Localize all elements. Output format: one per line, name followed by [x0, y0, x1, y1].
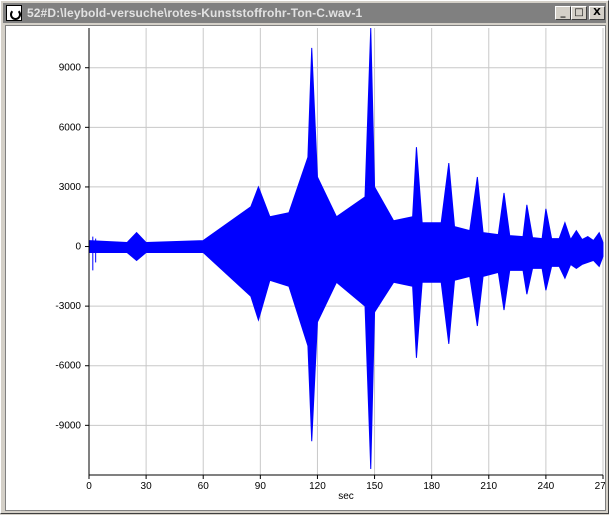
y-tick-label: 6000: [59, 122, 82, 133]
close-button[interactable]: X: [589, 6, 605, 20]
x-tick-label: 150: [366, 481, 383, 492]
x-tick-label: 120: [309, 481, 326, 492]
x-tick-label: 210: [480, 481, 497, 492]
x-tick-label: 270: [595, 481, 605, 492]
x-tick-label: 90: [255, 481, 267, 492]
minimize-button[interactable]: _: [555, 6, 571, 20]
x-tick-label: 0: [86, 481, 92, 492]
x-tick-label: 180: [423, 481, 440, 492]
app-icon[interactable]: [6, 5, 22, 21]
window-title: 52#D:\leybold-versuche\rotes-Kunststoffr…: [27, 6, 363, 20]
app-window: 52#D:\leybold-versuche\rotes-Kunststoffr…: [0, 0, 609, 514]
waveform-series: [88, 27, 604, 470]
waveform-envelope: [88, 27, 604, 470]
x-tick-label: 30: [141, 481, 153, 492]
y-tick-label: -3000: [55, 301, 81, 312]
y-tick-label: 0: [75, 242, 81, 253]
y-tick-label: 3000: [59, 182, 82, 193]
title-bar[interactable]: 52#D:\leybold-versuche\rotes-Kunststoffr…: [3, 3, 606, 23]
x-tick-label: 240: [538, 481, 555, 492]
x-tick-label: 60: [198, 481, 210, 492]
y-tick-label: 9000: [59, 63, 82, 74]
x-axis-label: sec: [338, 491, 354, 502]
waveform-chart[interactable]: 0 30 60 90 120 150 180 210 240 270 9000 6000 3000 0 -3…: [6, 26, 609, 510]
y-tick-label: -9000: [55, 420, 81, 431]
chart-area[interactable]: 0 30 60 90 120 150 180 210 240 270 9000 6000 3000 0 -3…: [5, 25, 609, 511]
y-tick-label: -6000: [55, 361, 81, 372]
maximize-button[interactable]: □: [571, 6, 587, 20]
